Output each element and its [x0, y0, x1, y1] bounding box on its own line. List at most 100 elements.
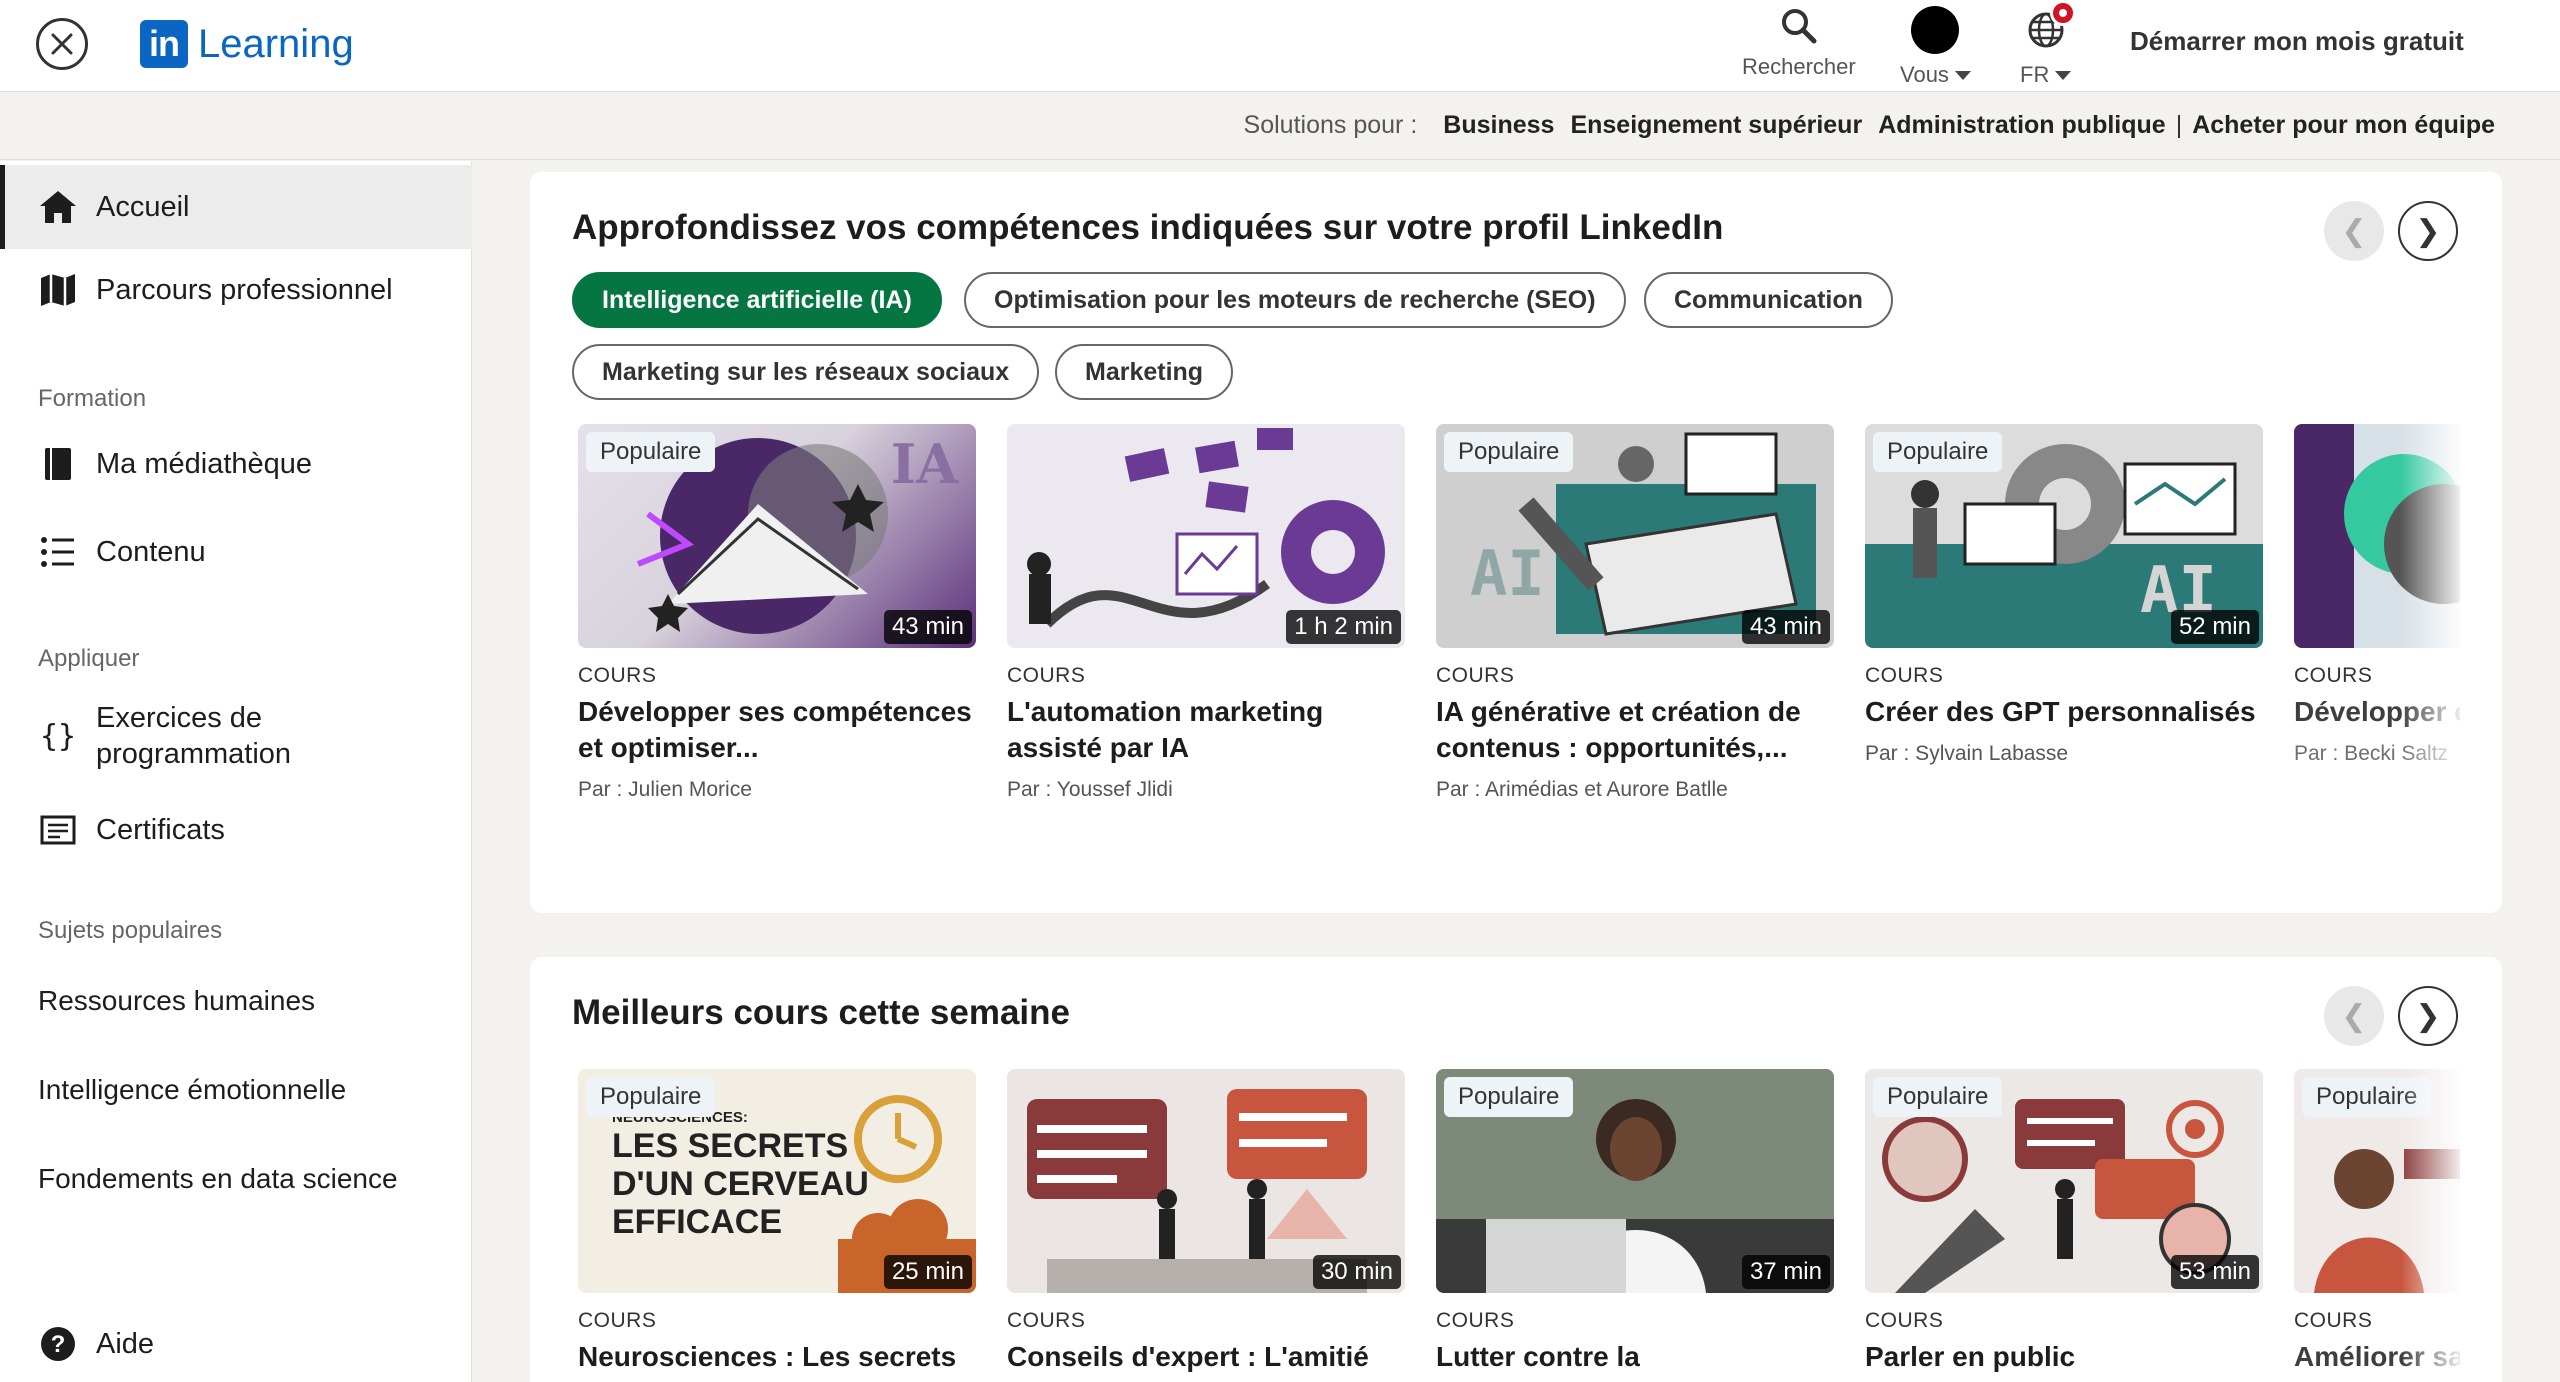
sidebar-item-label: Contenu — [96, 535, 206, 568]
course-type: COURS — [578, 664, 657, 687]
solutions-link-higher-ed[interactable]: Enseignement supérieur — [1570, 111, 1862, 140]
course-card[interactable]: 30 min COURS Conseils d'expert : L'amiti… — [1007, 1069, 1405, 1375]
skill-pill-communication[interactable]: Communication — [1644, 272, 1893, 328]
code-braces-icon: {} — [39, 718, 77, 754]
course-card[interactable]: IA Populaire 43 min COURS Développer ses… — [578, 424, 976, 802]
course-thumbnail: IA Populaire 43 min — [578, 424, 976, 648]
course-card[interactable]: Populaire 37 min COURS Lutter contre la — [1436, 1069, 1834, 1375]
duration-badge: 25 min — [883, 1255, 972, 1289]
sidebar-item-label: Accueil — [96, 190, 190, 223]
course-type: COURS — [578, 1309, 657, 1332]
topic-link[interactable]: Fondements en data science — [38, 1163, 398, 1195]
course-author: Par : Arimédias et Aurore Batlle — [1436, 778, 1728, 801]
carousel-prev-button[interactable]: ❮ — [2324, 201, 2384, 261]
course-card[interactable]: Populaire 53 min COURS Parler en public — [1865, 1069, 2263, 1375]
linkedin-logo-icon: in — [140, 20, 188, 68]
start-free-trial-button[interactable]: Démarrer mon mois gratuit — [2130, 26, 2464, 57]
solutions-link-business[interactable]: Business — [1443, 111, 1554, 140]
help-icon: ? — [41, 1327, 75, 1361]
course-thumbnail: Populaire 53 min — [1865, 1069, 2263, 1293]
course-card[interactable]: NEUROSCIENCES: LES SECRETS D'UN CERVEAU … — [578, 1069, 976, 1375]
chevron-down-icon — [2055, 70, 2072, 80]
app-name: Learning — [198, 21, 354, 66]
sidebar-item-certificates[interactable]: Certificats — [0, 797, 472, 863]
duration-badge: 43 min — [883, 610, 972, 644]
language-menu[interactable]: FR — [2020, 0, 2076, 88]
solutions-bar: Solutions pour : Business Enseignement s… — [0, 92, 2560, 160]
section-title: Meilleurs cours cette semaine — [572, 993, 1070, 1032]
map-icon — [41, 274, 75, 306]
skill-pill-ai[interactable]: Intelligence artificielle (IA) — [572, 272, 942, 328]
skills-section: Approfondissez vos compétences indiquées… — [530, 172, 2502, 913]
course-title: L'automation marketing assisté par IA — [1007, 696, 1324, 763]
sidebar-item-exercises[interactable]: {} Exercices de programmation — [0, 691, 472, 781]
course-title: Neurosciences : Les secrets — [578, 1341, 957, 1372]
carousel-next-button[interactable]: ❯ — [2398, 201, 2458, 261]
edge-fade — [2400, 1069, 2460, 1382]
popular-badge: Populaire — [1873, 1077, 2003, 1117]
chevron-left-icon: ❮ — [2341, 214, 2367, 248]
course-author: Par : Youssef Jlidi — [1007, 778, 1173, 801]
sidebar-item-label: Aide — [96, 1327, 155, 1360]
sidebar-item-career[interactable]: Parcours professionnel — [0, 255, 472, 325]
close-button[interactable] — [36, 18, 88, 70]
skill-pill-seo[interactable]: Optimisation pour les moteurs de recherc… — [964, 272, 1626, 328]
popular-badge: Populaire — [1873, 432, 2003, 472]
course-thumbnail: AI Populaire 52 min — [1865, 424, 2263, 648]
top-header: in Learning Rechercher Vous FR Démarrer … — [0, 0, 2560, 92]
course-card[interactable]: AI Populaire 43 min COURS IA générative … — [1436, 424, 1834, 802]
certificate-icon — [40, 815, 76, 845]
course-author: Par : Julien Morice — [578, 778, 752, 801]
course-type: COURS — [1007, 1309, 1086, 1332]
sidebar-item-label: Ma médiathèque — [96, 447, 313, 480]
sidebar-section-formation: Formation — [38, 385, 147, 412]
you-label: Vous — [1900, 62, 1949, 87]
course-title: Conseils d'expert : L'amitié — [1007, 1341, 1369, 1372]
search-nav[interactable]: Rechercher — [1742, 6, 1856, 80]
sidebar-item-home[interactable]: Accueil — [0, 165, 472, 249]
course-card[interactable]: 1 h 2 min COURS L'automation marketing a… — [1007, 424, 1405, 802]
skill-pill-marketing[interactable]: Marketing — [1055, 344, 1234, 400]
duration-badge: 53 min — [2170, 1255, 2259, 1289]
skill-pill-social-media[interactable]: Marketing sur les réseaux sociaux — [572, 344, 1040, 400]
edge-fade — [2400, 424, 2460, 844]
popular-badge: Populaire — [586, 1077, 716, 1117]
language-label: FR — [2020, 62, 2050, 87]
course-thumbnail: 30 min — [1007, 1069, 1405, 1293]
sidebar: Accueil Parcours professionnel Formation… — [0, 161, 472, 1382]
solutions-label: Solutions pour : — [1243, 111, 1418, 139]
course-title: Lutter contre la — [1436, 1341, 1640, 1372]
sidebar-section-apply: Appliquer — [38, 645, 140, 672]
you-menu[interactable]: Vous — [1900, 6, 1971, 88]
svg-text:?: ? — [51, 1331, 66, 1358]
course-card[interactable]: AI Populaire 52 min COURS Créer des GPT … — [1865, 424, 2263, 766]
home-icon — [40, 191, 76, 223]
course-card-clip: Populaire COURS Améliorer sa — [2294, 1069, 2460, 1382]
sidebar-section-popular-topics: Sujets populaires — [38, 917, 223, 944]
sidebar-item-content[interactable]: Contenu — [0, 519, 472, 585]
popular-badge: Populaire — [1444, 432, 1574, 472]
topic-link[interactable]: Intelligence émotionnelle — [38, 1074, 346, 1106]
close-icon — [51, 33, 73, 55]
topic-link[interactable]: Ressources humaines — [38, 985, 315, 1017]
duration-badge: 1 h 2 min — [1286, 610, 1401, 644]
carousel-prev-button[interactable]: ❮ — [2324, 986, 2384, 1046]
course-title: Parler en public — [1865, 1341, 2076, 1372]
chevron-down-icon — [1954, 70, 1971, 80]
course-type: COURS — [1436, 664, 1515, 687]
solutions-link-buy-team[interactable]: Acheter pour mon équipe — [2192, 111, 2495, 140]
duration-badge: 52 min — [2170, 610, 2259, 644]
sidebar-item-help[interactable]: ? Aide — [0, 1311, 472, 1377]
solutions-link-government[interactable]: Administration publique — [1878, 111, 2166, 140]
duration-badge: 37 min — [1741, 1255, 1830, 1289]
book-icon — [45, 448, 71, 480]
chevron-right-icon: ❯ — [2415, 999, 2441, 1033]
carousel-next-button[interactable]: ❯ — [2398, 986, 2458, 1046]
top-courses-section: Meilleurs cours cette semaine ❮ ❯ NEUROS… — [530, 957, 2502, 1382]
course-type: COURS — [1865, 664, 1944, 687]
list-icon — [41, 537, 74, 567]
course-type: COURS — [1007, 664, 1086, 687]
sidebar-item-library[interactable]: Ma médiathèque — [0, 431, 472, 497]
sidebar-item-label: Parcours professionnel — [96, 273, 393, 306]
linkedin-learning-logo[interactable]: in Learning — [140, 20, 354, 68]
